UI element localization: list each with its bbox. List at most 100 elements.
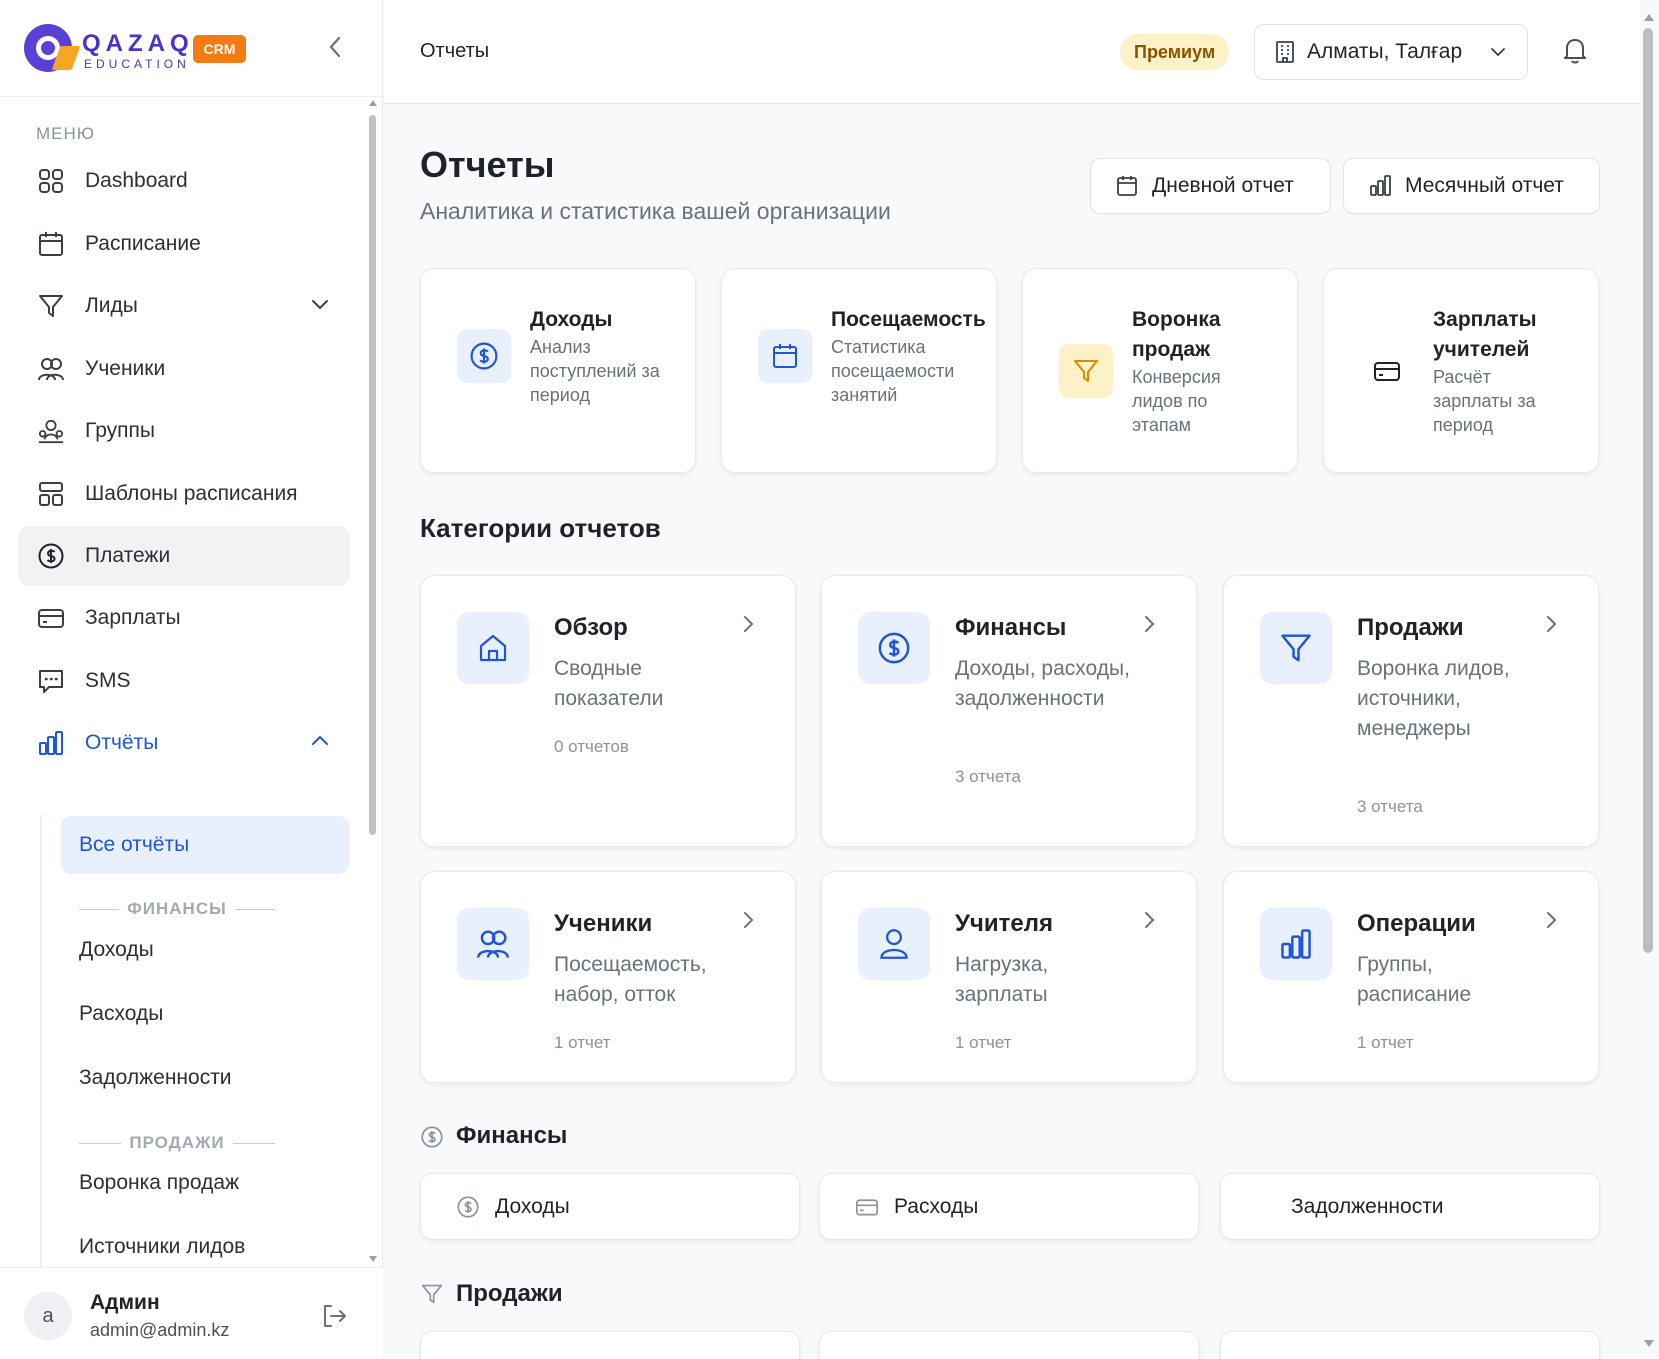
category-desc: Сводные показатели xyxy=(554,657,664,710)
chevron-right-icon xyxy=(1547,616,1557,632)
logo-bar: QAZAQ EDUCATION CRM xyxy=(0,0,382,97)
quick-card-title: Доходы xyxy=(530,308,613,331)
card-icon xyxy=(856,1198,878,1215)
quick-card-attendance[interactable]: Посещаемость Статистика посещаемости зан… xyxy=(721,268,997,473)
calendar-icon xyxy=(1117,176,1137,196)
funnel-icon xyxy=(1260,612,1332,684)
page-scrollbar[interactable] xyxy=(1643,28,1653,953)
logout-button[interactable] xyxy=(320,1302,350,1332)
dollar-icon xyxy=(38,543,64,569)
notifications-button[interactable] xyxy=(1562,36,1592,66)
quick-card-sales-funnel[interactable]: Воронка продаж Конверсия лидов по этапам xyxy=(1022,268,1298,473)
category-card-students[interactable]: Ученики Посещаемость, набор, отток 1 отч… xyxy=(420,871,796,1083)
report-link-sales-1[interactable] xyxy=(420,1331,800,1359)
report-link-income[interactable]: Доходы xyxy=(420,1173,800,1240)
submenu-debts[interactable]: Задолженности xyxy=(61,1049,349,1107)
category-desc: Посещаемость, набор, отток xyxy=(554,953,707,1006)
category-count: 1 отчет xyxy=(1357,1033,1414,1052)
chevron-down-icon xyxy=(1491,48,1505,57)
finance-section-title: Финансы xyxy=(456,1122,568,1149)
category-card-teachers[interactable]: Учителя Нагрузка, зарплаты 1 отчет xyxy=(821,871,1197,1083)
daily-report-button[interactable]: Дневной отчет xyxy=(1090,158,1331,214)
monthly-report-button[interactable]: Месячный отчет xyxy=(1343,158,1600,214)
user-name: Админ xyxy=(90,1291,160,1314)
sidebar-item-groups[interactable]: Группы xyxy=(18,401,350,461)
submenu-heading-sales: ПРОДАЖИ xyxy=(79,1133,275,1153)
sidebar-scroll-down[interactable] xyxy=(369,1256,377,1262)
category-card-sales[interactable]: Продажи Воронка лидов, источники, менедж… xyxy=(1223,575,1599,847)
submenu-lead-sources[interactable]: Источники лидов xyxy=(61,1218,349,1267)
sidebar-item-schedule[interactable]: Расписание xyxy=(18,214,350,274)
category-card-finance[interactable]: Финансы Доходы, расходы, задолженности 3… xyxy=(821,575,1197,847)
quick-card-income[interactable]: Доходы Анализ поступлений за период xyxy=(420,268,696,473)
submenu-sales-funnel[interactable]: Воронка продаж xyxy=(61,1154,349,1212)
category-desc: Группы, расписание xyxy=(1357,953,1472,1006)
sidebar-item-leads[interactable]: Лиды xyxy=(18,276,350,336)
category-card-overview[interactable]: Обзор Сводные показатели 0 отчетов xyxy=(420,575,796,847)
dollar-icon xyxy=(457,329,511,383)
submenu-income[interactable]: Доходы xyxy=(61,921,349,979)
category-count: 0 отчетов xyxy=(554,737,629,756)
category-count: 3 отчета xyxy=(955,767,1021,786)
report-link-expenses[interactable]: Расходы xyxy=(819,1173,1199,1240)
submenu-all-reports[interactable]: Все отчёты xyxy=(61,816,349,874)
sidebar-item-students[interactable]: Ученики xyxy=(18,339,350,399)
users-icon xyxy=(38,356,64,382)
branch-selector[interactable]: Алматы, Талғар xyxy=(1254,24,1528,80)
message-icon xyxy=(38,668,64,694)
sidebar-item-salaries[interactable]: Зарплаты xyxy=(18,588,350,648)
sidebar-item-dashboard[interactable]: Dashboard xyxy=(18,151,350,211)
calendar-icon xyxy=(758,329,812,383)
report-link-debts[interactable]: Задолженности xyxy=(1220,1173,1600,1240)
avatar[interactable]: a xyxy=(24,1292,72,1340)
category-title: Учителя xyxy=(955,910,1053,937)
page-scroll-up[interactable] xyxy=(1644,14,1654,21)
dollar-icon xyxy=(457,1195,479,1218)
user-panel: a Админ admin@admin.kz xyxy=(0,1267,383,1359)
category-title: Операции xyxy=(1357,910,1476,937)
dollar-icon xyxy=(421,1126,443,1148)
collapse-sidebar-button[interactable] xyxy=(322,34,348,60)
page-subtitle: Аналитика и статистика вашей организации xyxy=(420,198,891,224)
sidebar-item-label: Группы xyxy=(85,419,155,442)
sidebar-scroll-up[interactable] xyxy=(369,100,377,106)
sidebar-item-label: SMS xyxy=(85,669,131,692)
sidebar-item-sms[interactable]: SMS xyxy=(18,651,350,711)
report-link-sales-3[interactable] xyxy=(1220,1331,1600,1359)
submenu-line xyxy=(40,815,42,1267)
home-icon xyxy=(457,612,529,684)
top-header: Отчеты Премиум Алматы, Талғар xyxy=(384,0,1640,104)
card-icon xyxy=(38,605,64,631)
bar-chart-icon xyxy=(1370,175,1391,196)
report-link-label: Доходы xyxy=(495,1194,570,1218)
submenu-heading-label: ПРОДАЖИ xyxy=(129,1133,225,1152)
group-icon xyxy=(38,418,64,444)
sidebar-item-payments[interactable]: Платежи xyxy=(18,526,350,586)
submenu-heading-finance: ФИНАНСЫ xyxy=(79,899,275,919)
layout-icon xyxy=(38,481,64,507)
sidebar-item-schedule-templates[interactable]: Шаблоны расписания xyxy=(18,464,350,524)
sidebar-item-label: Шаблоны расписания xyxy=(85,482,298,505)
category-card-operations[interactable]: Операции Группы, расписание 1 отчет xyxy=(1223,871,1599,1083)
monthly-report-label: Месячный отчет xyxy=(1405,174,1564,197)
crm-badge: CRM xyxy=(193,35,246,63)
quick-card-teacher-salaries[interactable]: Зарплаты учителей Расчёт зарплаты за пер… xyxy=(1323,268,1599,473)
page-title: Отчеты xyxy=(420,144,555,185)
quick-card-desc: Анализ поступлений за период xyxy=(530,337,660,405)
sidebar-item-reports[interactable]: Отчёты xyxy=(18,713,350,773)
page-scroll-down[interactable] xyxy=(1644,1340,1654,1347)
dollar-icon xyxy=(858,612,930,684)
logo-name: QAZAQ xyxy=(82,30,194,57)
header-title: Отчеты xyxy=(420,40,490,62)
quick-card-title: Зарплаты учителей xyxy=(1433,308,1537,361)
category-count: 1 отчет xyxy=(554,1033,611,1052)
report-link-sales-2[interactable] xyxy=(819,1331,1199,1359)
chevron-right-icon xyxy=(1145,912,1155,928)
daily-report-label: Дневной отчет xyxy=(1152,174,1294,197)
bell-icon xyxy=(1564,39,1586,64)
submenu-expenses[interactable]: Расходы xyxy=(61,985,349,1043)
chevron-right-icon xyxy=(744,912,754,928)
sidebar: QAZAQ EDUCATION CRM МЕНЮ Dashboard Распи… xyxy=(0,0,383,1359)
sidebar-scrollbar[interactable] xyxy=(369,115,376,835)
menu-title: МЕНЮ xyxy=(36,124,95,143)
